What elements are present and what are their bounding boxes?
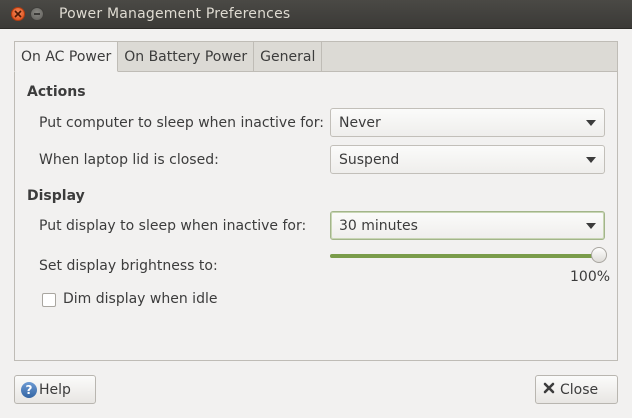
chevron-down-icon: [586, 157, 596, 163]
close-icon: [542, 381, 556, 399]
display-sleep-label: Put display to sleep when inactive for:: [39, 218, 307, 234]
help-icon: ?: [21, 381, 37, 398]
window-title: Power Management Preferences: [59, 6, 291, 22]
title-bar: Power Management Preferences: [0, 0, 632, 29]
tab-notebook: On AC Power On Battery Power General Act…: [14, 41, 618, 361]
brightness-slider-fill: [330, 254, 605, 258]
lid-dropdown[interactable]: Suspend: [330, 145, 605, 174]
dim-display-label[interactable]: Dim display when idle: [63, 291, 217, 307]
close-window-icon[interactable]: [11, 7, 25, 21]
chevron-down-icon: [586, 120, 596, 126]
sleep-dropdown[interactable]: Never: [330, 108, 605, 137]
ac-power-panel: Actions Put computer to sleep when inact…: [14, 71, 618, 361]
sleep-dropdown-value: Never: [339, 115, 381, 131]
lid-dropdown-value: Suspend: [339, 152, 400, 168]
dim-display-checkbox[interactable]: [42, 293, 56, 307]
display-heading: Display: [27, 188, 85, 204]
chevron-down-icon: [586, 223, 596, 229]
display-sleep-dropdown-value: 30 minutes: [339, 218, 418, 234]
help-button[interactable]: ? Help: [14, 375, 96, 404]
tab-on-battery-power[interactable]: On Battery Power: [118, 41, 255, 72]
brightness-slider-handle[interactable]: [591, 247, 607, 263]
tab-on-ac-power[interactable]: On AC Power: [14, 41, 119, 72]
brightness-slider[interactable]: [330, 247, 607, 263]
display-sleep-dropdown[interactable]: 30 minutes: [330, 211, 605, 240]
help-button-label: Help: [39, 381, 71, 398]
minimize-window-icon[interactable]: [30, 7, 44, 21]
tab-bar: On AC Power On Battery Power General: [14, 41, 323, 72]
close-button-label: Close: [560, 381, 599, 398]
brightness-label: Set display brightness to:: [39, 258, 218, 274]
close-button[interactable]: Close: [535, 375, 618, 404]
sleep-label: Put computer to sleep when inactive for:: [39, 115, 324, 131]
lid-label: When laptop lid is closed:: [39, 152, 219, 168]
brightness-value: 100%: [570, 269, 611, 285]
tab-general[interactable]: General: [254, 41, 323, 72]
actions-heading: Actions: [27, 84, 86, 100]
